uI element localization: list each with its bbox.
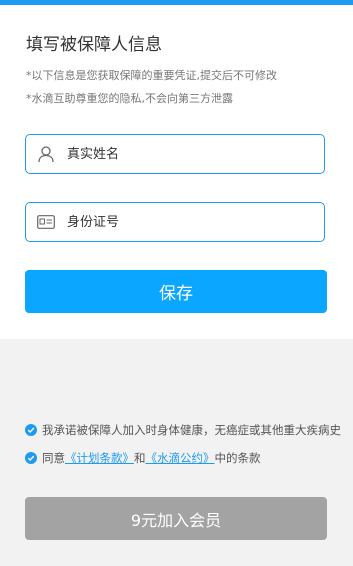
name-input[interactable]: [65, 145, 324, 163]
name-field[interactable]: [25, 134, 325, 174]
notice-text-1: *以下信息是您获取保障的重要凭证,提交后不可修改: [26, 69, 277, 82]
id-card-icon: [37, 213, 55, 231]
id-number-field[interactable]: [25, 202, 325, 242]
agree-suffix-text: 中的条款: [214, 451, 261, 465]
health-promise-text: 我承诺被保障人加入时身体健康，无癌症或其他重大疾病史: [42, 423, 341, 437]
join-membership-button[interactable]: 9元加入会员: [25, 497, 327, 540]
checkbox-checked-icon[interactable]: [25, 452, 37, 464]
notice-text-2: *水滴互助尊重您的隐私,不会向第三方泄露: [26, 92, 233, 105]
and-text: 和: [134, 451, 146, 465]
person-icon: [37, 145, 55, 163]
agree-prefix-text: 同意: [42, 451, 65, 465]
page-title: 填写被保障人信息: [26, 35, 162, 55]
terms-agreement-row[interactable]: 同意 《计划条款》 和 《水滴公约》 中的条款: [25, 450, 261, 466]
health-promise-row[interactable]: 我承诺被保障人加入时身体健康，无癌症或其他重大疾病史: [25, 422, 341, 438]
plan-terms-link[interactable]: 《计划条款》: [65, 450, 134, 466]
water-drop-pact-link[interactable]: 《水滴公约》: [146, 450, 215, 466]
save-button[interactable]: 保存: [25, 270, 327, 313]
id-number-input[interactable]: [65, 213, 324, 231]
checkbox-checked-icon[interactable]: [25, 424, 37, 436]
